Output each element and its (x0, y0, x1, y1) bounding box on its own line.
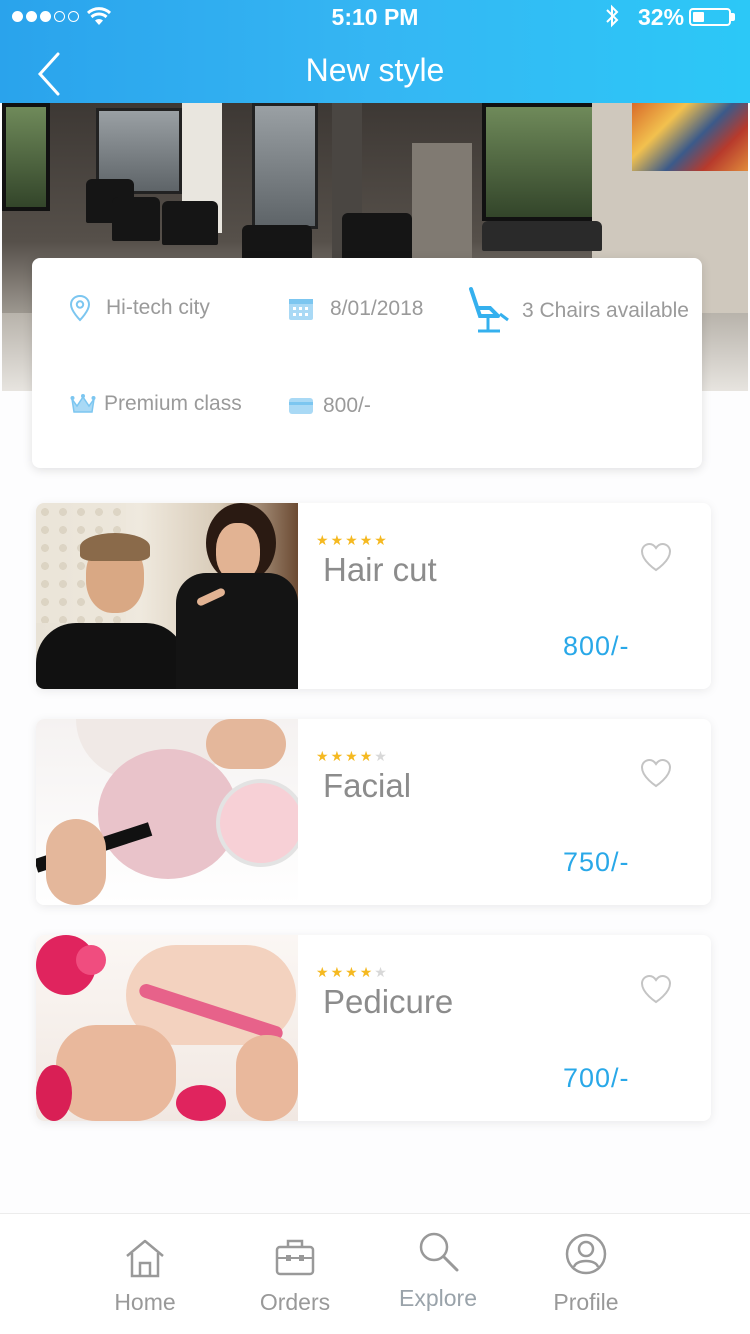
calendar-icon (289, 299, 313, 320)
battery-icon (689, 8, 731, 26)
service-price: 700/- (563, 1063, 630, 1093)
star-filled-icon: ★ (330, 964, 344, 980)
rating-stars: ★ ★ ★ ★ ★ (316, 749, 387, 763)
star-filled-icon: ★ (330, 748, 344, 764)
nav-label: Home (114, 1289, 176, 1315)
salon-info-card: Hi-tech city 8/01/2018 3 Chairs availabl… (32, 258, 702, 468)
service-price: 800/- (563, 631, 630, 661)
status-bar: 5:10 PM 32% (0, 0, 750, 36)
crown-icon (70, 394, 96, 413)
home-icon (126, 1239, 164, 1278)
nav-label: Explore (399, 1285, 477, 1311)
page-title: New style (305, 52, 445, 88)
service-card-pedicure[interactable]: ★ ★ ★ ★ ★ Pedicure 700/- (36, 935, 711, 1121)
heart-icon[interactable] (639, 757, 673, 789)
salon-chair-icon (469, 287, 509, 333)
star-filled-icon: ★ (316, 532, 329, 548)
star-empty-icon: ★ (374, 748, 387, 764)
class-info: Premium class (70, 392, 242, 416)
user-icon (565, 1233, 607, 1275)
star-filled-icon: ★ (316, 964, 329, 980)
location-pin-icon (69, 294, 91, 322)
star-filled-icon: ★ (345, 532, 358, 548)
star-filled-icon: ★ (359, 964, 373, 980)
nav-profile[interactable]: Profile (526, 1214, 646, 1334)
location-text: Hi-tech city (106, 296, 210, 319)
date-info: 8/01/2018 (288, 296, 423, 322)
nav-explore[interactable]: Explore (378, 1214, 498, 1334)
star-filled-icon: ★ (330, 532, 344, 548)
star-filled-icon: ★ (345, 964, 358, 980)
nav-label: Profile (553, 1289, 619, 1315)
facial-image (36, 719, 298, 905)
app-screen: 5:10 PM 32% New style Hi-tech city 8/01/… (0, 0, 750, 1334)
header: 5:10 PM 32% New style (0, 0, 750, 103)
star-empty-icon: ★ (374, 964, 387, 980)
rating-stars: ★ ★ ★ ★ ★ (316, 533, 387, 547)
service-card-facial[interactable]: ★ ★ ★ ★ ★ Facial 750/- (36, 719, 711, 905)
nav-label: Orders (259, 1289, 331, 1315)
rating-stars: ★ ★ ★ ★ ★ (316, 965, 387, 979)
battery-percent: 32% (638, 4, 685, 30)
service-price: 750/- (563, 847, 630, 877)
nav-home[interactable]: Home (85, 1214, 205, 1334)
pedicure-image (36, 935, 298, 1121)
star-filled-icon: ★ (374, 532, 387, 548)
heart-icon[interactable] (639, 541, 673, 573)
service-card-haircut[interactable]: ★ ★ ★ ★ ★ Hair cut 800/- (36, 503, 711, 689)
star-filled-icon: ★ (316, 748, 329, 764)
haircut-image (36, 503, 298, 689)
chairs-info: 3 Chairs available (468, 286, 689, 336)
briefcase-icon (275, 1239, 315, 1276)
chairs-text: 3 Chairs available (522, 299, 689, 322)
service-name: Facial (323, 767, 412, 804)
class-text: Premium class (104, 392, 242, 415)
price-text: 800/- (323, 394, 371, 417)
heart-icon[interactable] (639, 973, 673, 1005)
card-icon (289, 398, 313, 414)
search-icon (419, 1232, 459, 1272)
star-filled-icon: ★ (359, 748, 373, 764)
star-filled-icon: ★ (345, 748, 358, 764)
date-text: 8/01/2018 (330, 297, 424, 320)
bottom-nav: Home Orders Explore Profile (0, 1213, 750, 1334)
service-name: Pedicure (323, 983, 454, 1020)
price-info: 800/- (288, 394, 371, 418)
location-info: Hi-tech city (68, 294, 210, 322)
bluetooth-icon (606, 4, 619, 28)
star-filled-icon: ★ (359, 532, 373, 548)
nav-orders[interactable]: Orders (235, 1214, 355, 1334)
service-name: Hair cut (323, 551, 437, 588)
